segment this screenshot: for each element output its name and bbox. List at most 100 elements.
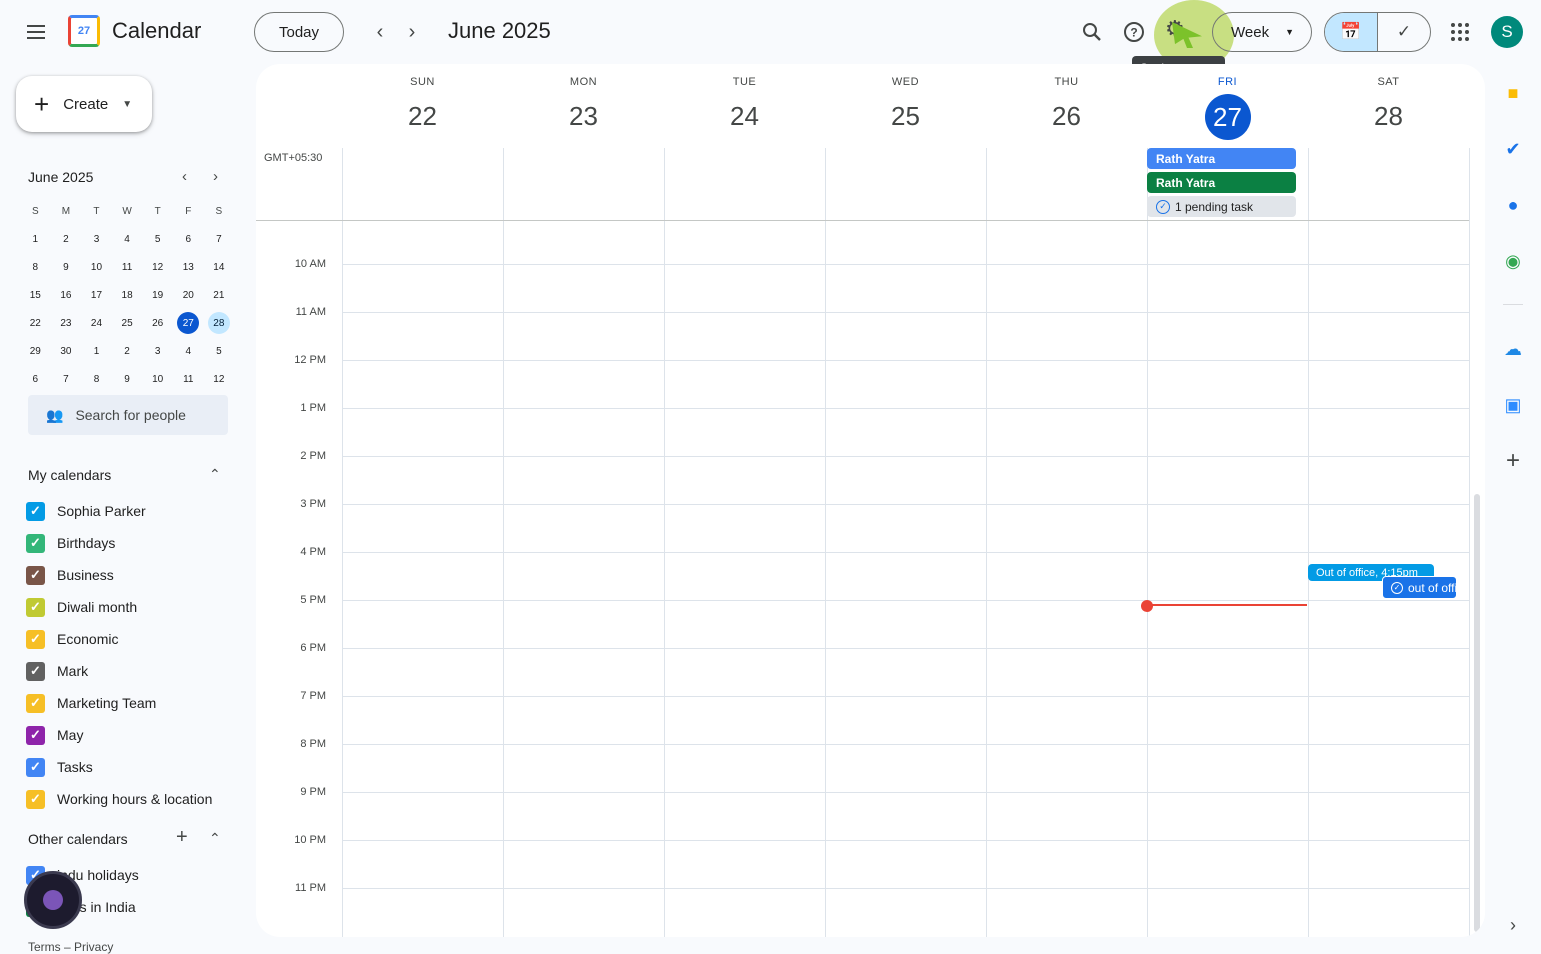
calendar-item[interactable]: ✓ Working hours & location [26,783,212,815]
mini-day[interactable]: 26 [142,309,173,337]
mini-day[interactable]: 9 [112,365,143,393]
mini-day[interactable]: 18 [112,281,143,309]
mini-day[interactable]: 16 [51,281,82,309]
mini-day[interactable]: 9 [51,253,82,281]
scrollbar[interactable] [1474,494,1480,932]
add-other-calendar-button[interactable]: + [176,826,188,849]
calendar-logo[interactable]: 27 [68,15,100,47]
mini-day[interactable]: 1 [81,337,112,365]
mini-prev-month-button[interactable]: ‹ [182,168,187,185]
all-day-event[interactable]: Rath Yatra [1147,172,1296,193]
add-addon-button[interactable]: + [1498,446,1528,476]
previous-week-button[interactable]: ‹ [364,16,396,48]
apps-grid-button[interactable] [1444,16,1476,48]
keep-icon[interactable]: ■ [1498,78,1528,108]
help-button[interactable]: ? [1114,12,1154,52]
mini-day[interactable]: 12 [142,253,173,281]
mini-day[interactable]: 21 [204,281,235,309]
mini-day[interactable]: 6 [20,365,51,393]
day-number-button[interactable]: 25 [825,101,986,132]
chevron-right-icon[interactable]: › [1498,910,1528,940]
mini-day[interactable]: 23 [51,309,82,337]
contacts-icon[interactable]: ● [1498,190,1528,220]
mini-day[interactable]: 8 [20,253,51,281]
mini-day[interactable]: 8 [81,365,112,393]
mini-day[interactable]: 4 [173,337,204,365]
mini-day[interactable]: 7 [204,225,235,253]
calendar-item[interactable]: ✓ Birthdays [26,527,115,559]
mini-day[interactable]: 11 [173,365,204,393]
checkbox-icon[interactable]: ✓ [26,629,45,649]
calendar-item[interactable]: ✓ May [26,719,83,751]
chevron-up-icon[interactable]: ⌃ [209,830,221,847]
mini-day[interactable]: 3 [142,337,173,365]
day-number-button[interactable]: 22 [342,101,503,132]
checkbox-icon[interactable]: ✓ [26,565,45,585]
calendar-item[interactable]: ✓ Tasks [26,751,93,783]
other-calendars-heading[interactable]: Other calendars [28,831,128,847]
day-number-button[interactable]: 26 [986,101,1147,132]
all-day-event[interactable]: Rath Yatra [1147,148,1296,169]
calendar-item[interactable]: ✓ Economic [26,623,118,655]
checkbox-icon[interactable]: ✓ [26,597,45,617]
calendar-item[interactable]: ✓ Sophia Parker [26,495,146,527]
mini-day[interactable]: 22 [20,309,51,337]
search-button[interactable] [1072,12,1112,52]
day-number-button[interactable]: 24 [664,101,825,132]
calendar-item[interactable]: ✓ Marketing Team [26,687,156,719]
mini-next-month-button[interactable]: › [213,168,218,185]
day-number-button[interactable]: 23 [503,101,664,132]
maps-icon[interactable]: ◉ [1498,246,1528,276]
checkbox-icon[interactable]: ✓ [26,693,45,713]
mini-day[interactable]: 12 [204,365,235,393]
checkbox-icon[interactable]: ✓ [26,501,45,521]
pending-task-chip[interactable]: ✓ 1 pending task [1147,196,1296,217]
mini-day[interactable]: 15 [20,281,51,309]
checkbox-icon[interactable]: ✓ [26,725,45,745]
mini-day[interactable]: 4 [112,225,143,253]
mini-day[interactable]: 2 [112,337,143,365]
out-of-office-task-event[interactable]: ✓ out of office [1382,576,1457,599]
mini-day[interactable]: 25 [112,309,143,337]
view-switcher-button[interactable]: Week ▼ [1212,12,1312,52]
mini-day[interactable]: 11 [112,253,143,281]
calendar-view-toggle[interactable]: 📅 [1325,13,1378,51]
mini-day[interactable]: 2 [51,225,82,253]
mini-day[interactable]: 13 [173,253,204,281]
today-button[interactable]: Today [254,12,344,52]
calendar-item[interactable]: ✓ Diwali month [26,591,137,623]
checkbox-icon[interactable]: ✓ [26,533,45,553]
checkbox-icon[interactable]: ✓ [26,789,45,809]
terms-privacy-link[interactable]: Terms – Privacy [28,940,113,954]
calendar-item[interactable]: ✓ Business [26,559,114,591]
main-menu-button[interactable] [20,20,52,44]
tasks-view-toggle[interactable]: ✓ [1378,13,1430,51]
mini-day[interactable]: 10 [142,365,173,393]
mini-day[interactable]: 14 [204,253,235,281]
assistant-floating-button[interactable] [24,871,82,929]
mini-day[interactable]: 5 [204,337,235,365]
tasks-icon[interactable]: ✔ [1498,134,1528,164]
calendar-item[interactable]: ✓ Mark [26,655,88,687]
mini-day[interactable]: 3 [81,225,112,253]
mini-day[interactable]: 20 [173,281,204,309]
mini-day[interactable]: 6 [173,225,204,253]
mini-day[interactable]: 24 [81,309,112,337]
zoom-icon[interactable]: ▣ [1498,390,1528,420]
mini-day[interactable]: 28 [204,309,235,337]
mini-day[interactable]: 19 [142,281,173,309]
mini-day[interactable]: 1 [20,225,51,253]
chevron-up-icon[interactable]: ⌃ [209,466,221,483]
search-people-input[interactable]: 👥 Search for people [28,395,228,435]
create-button[interactable]: + Create ▼ [16,76,152,132]
mini-day[interactable]: 29 [20,337,51,365]
day-number-button[interactable]: 27 [1204,94,1251,140]
mini-day[interactable]: 30 [51,337,82,365]
day-number-button[interactable]: 28 [1308,101,1469,132]
salesforce-icon[interactable]: ☁ [1498,334,1528,364]
mini-day[interactable]: 17 [81,281,112,309]
mini-day[interactable]: 7 [51,365,82,393]
account-avatar[interactable]: S [1491,16,1523,48]
mini-day[interactable]: 27 [173,309,204,337]
mini-day[interactable]: 5 [142,225,173,253]
